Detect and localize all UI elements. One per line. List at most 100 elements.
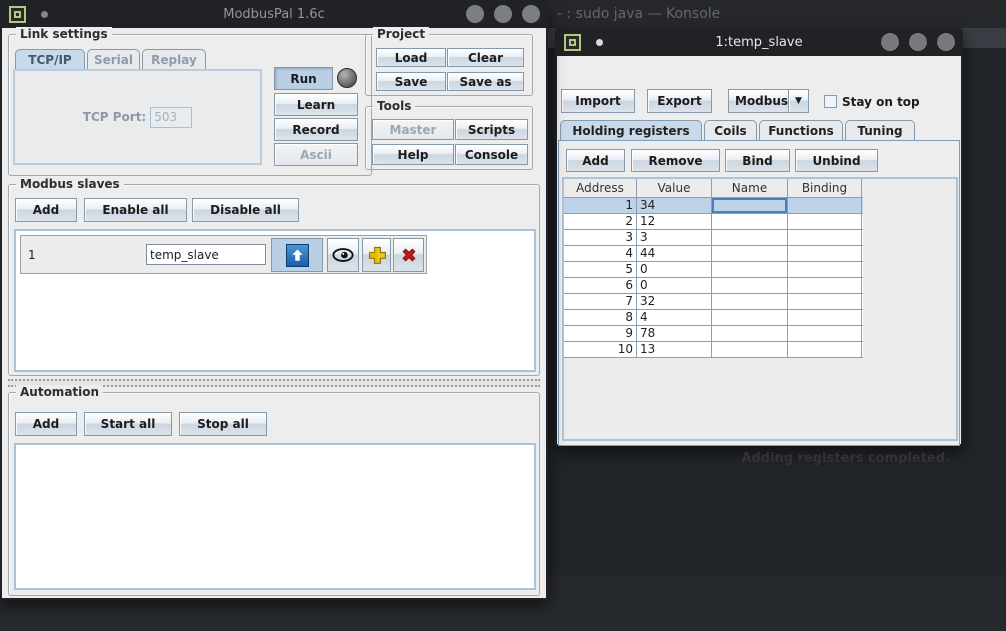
table-row[interactable]: 7 32: [564, 294, 863, 310]
console-button[interactable]: Console: [455, 144, 528, 165]
cell-value[interactable]: 44: [637, 246, 712, 261]
cell-name[interactable]: [712, 262, 788, 277]
cell-name[interactable]: [712, 230, 788, 245]
slave-add-button[interactable]: Add: [15, 198, 77, 222]
table-row[interactable]: 9 78: [564, 326, 863, 342]
cell-address[interactable]: 5: [564, 262, 637, 277]
cell-binding[interactable]: [788, 326, 862, 341]
maximize-icon[interactable]: [494, 5, 512, 23]
import-button[interactable]: Import: [561, 89, 635, 113]
table-row[interactable]: 6 0: [564, 278, 863, 294]
cell-value[interactable]: 4: [637, 310, 712, 325]
disable-all-button[interactable]: Disable all: [192, 198, 299, 222]
tcp-port-input[interactable]: [150, 107, 192, 128]
close-icon[interactable]: [937, 33, 955, 51]
cell-binding[interactable]: [788, 214, 862, 229]
scripts-button[interactable]: Scripts: [455, 119, 528, 140]
save-as-button[interactable]: Save as: [447, 72, 524, 91]
slave-name-input[interactable]: [146, 244, 266, 265]
modbuspal-titlebar[interactable]: ModbusPal 1.6c: [0, 0, 548, 28]
cell-address[interactable]: 8: [564, 310, 637, 325]
tab-serial[interactable]: Serial: [87, 49, 140, 69]
register-remove-button[interactable]: Remove: [631, 149, 720, 172]
cell-address[interactable]: 1: [564, 198, 637, 213]
cell-binding[interactable]: [788, 246, 862, 261]
cell-value[interactable]: 34: [637, 198, 712, 213]
header-address[interactable]: Address: [564, 179, 637, 197]
cell-address[interactable]: 4: [564, 246, 637, 261]
tab-functions[interactable]: Functions: [759, 120, 843, 140]
minimize-icon[interactable]: [881, 33, 899, 51]
cell-name[interactable]: [712, 310, 788, 325]
cell-binding[interactable]: [788, 310, 862, 325]
export-button[interactable]: Export: [647, 89, 712, 113]
save-button[interactable]: Save: [376, 72, 446, 91]
cell-binding[interactable]: [788, 342, 862, 357]
cell-value[interactable]: 13: [637, 342, 712, 357]
cell-address[interactable]: 9: [564, 326, 637, 341]
cell-binding[interactable]: [788, 262, 862, 277]
cell-name[interactable]: [712, 326, 788, 341]
slave-duplicate-button[interactable]: [362, 238, 391, 272]
header-binding[interactable]: Binding: [788, 179, 862, 197]
enable-all-button[interactable]: Enable all: [84, 198, 187, 222]
table-row[interactable]: 4 44: [564, 246, 863, 262]
protocol-dropdown-arrow-icon[interactable]: ▼: [788, 89, 809, 113]
close-icon[interactable]: [522, 5, 540, 23]
register-bind-button[interactable]: Bind: [725, 149, 790, 172]
cell-value[interactable]: 12: [637, 214, 712, 229]
table-row[interactable]: 10 13: [564, 342, 863, 358]
cell-name[interactable]: [712, 342, 788, 357]
cell-name[interactable]: [712, 198, 788, 213]
cell-address[interactable]: 10: [564, 342, 637, 357]
tab-holding-registers[interactable]: Holding registers: [560, 120, 702, 140]
tab-tcpip[interactable]: TCP/IP: [15, 49, 85, 69]
header-name[interactable]: Name: [712, 179, 788, 197]
tab-coils[interactable]: Coils: [704, 120, 757, 140]
slave-titlebar[interactable]: 1:temp_slave: [555, 28, 963, 56]
cell-value[interactable]: 78: [637, 326, 712, 341]
table-row[interactable]: 5 0: [564, 262, 863, 278]
stay-on-top-checkbox[interactable]: [824, 95, 837, 108]
learn-button[interactable]: Learn: [274, 93, 358, 116]
slave-item[interactable]: 1: [20, 235, 427, 274]
cell-binding[interactable]: [788, 230, 862, 245]
slave-enabled-toggle[interactable]: [271, 238, 323, 272]
table-row[interactable]: 2 12: [564, 214, 863, 230]
minimize-icon[interactable]: [466, 5, 484, 23]
slave-delete-button[interactable]: [393, 238, 424, 272]
clear-button[interactable]: Clear: [447, 48, 524, 67]
cell-address[interactable]: 7: [564, 294, 637, 309]
tab-replay[interactable]: Replay: [142, 49, 206, 69]
register-add-button[interactable]: Add: [566, 149, 625, 172]
maximize-icon[interactable]: [909, 33, 927, 51]
cell-address[interactable]: 3: [564, 230, 637, 245]
protocol-select[interactable]: Modbus: [728, 89, 789, 113]
cell-name[interactable]: [712, 246, 788, 261]
run-button[interactable]: Run: [274, 67, 333, 90]
cell-value[interactable]: 32: [637, 294, 712, 309]
cell-address[interactable]: 6: [564, 278, 637, 293]
cell-binding[interactable]: [788, 294, 862, 309]
table-row[interactable]: 8 4: [564, 310, 863, 326]
start-all-button[interactable]: Start all: [84, 412, 172, 436]
register-unbind-button[interactable]: Unbind: [795, 149, 878, 172]
cell-value[interactable]: 3: [637, 230, 712, 245]
automation-add-button[interactable]: Add: [15, 412, 77, 436]
stop-all-button[interactable]: Stop all: [179, 412, 267, 436]
load-button[interactable]: Load: [376, 48, 446, 67]
table-row[interactable]: 3 3: [564, 230, 863, 246]
cell-name[interactable]: [712, 214, 788, 229]
help-button[interactable]: Help: [372, 144, 454, 165]
cell-binding[interactable]: [788, 198, 862, 213]
table-row[interactable]: 1 34: [564, 198, 863, 214]
header-value[interactable]: Value: [637, 179, 712, 197]
cell-value[interactable]: 0: [637, 262, 712, 277]
konsole-titlebar[interactable]: - : sudo java — Konsole: [548, 0, 1006, 28]
cell-address[interactable]: 2: [564, 214, 637, 229]
record-button[interactable]: Record: [274, 118, 358, 141]
cell-value[interactable]: 0: [637, 278, 712, 293]
cell-binding[interactable]: [788, 278, 862, 293]
cell-name[interactable]: [712, 278, 788, 293]
slave-view-button[interactable]: [327, 238, 359, 272]
